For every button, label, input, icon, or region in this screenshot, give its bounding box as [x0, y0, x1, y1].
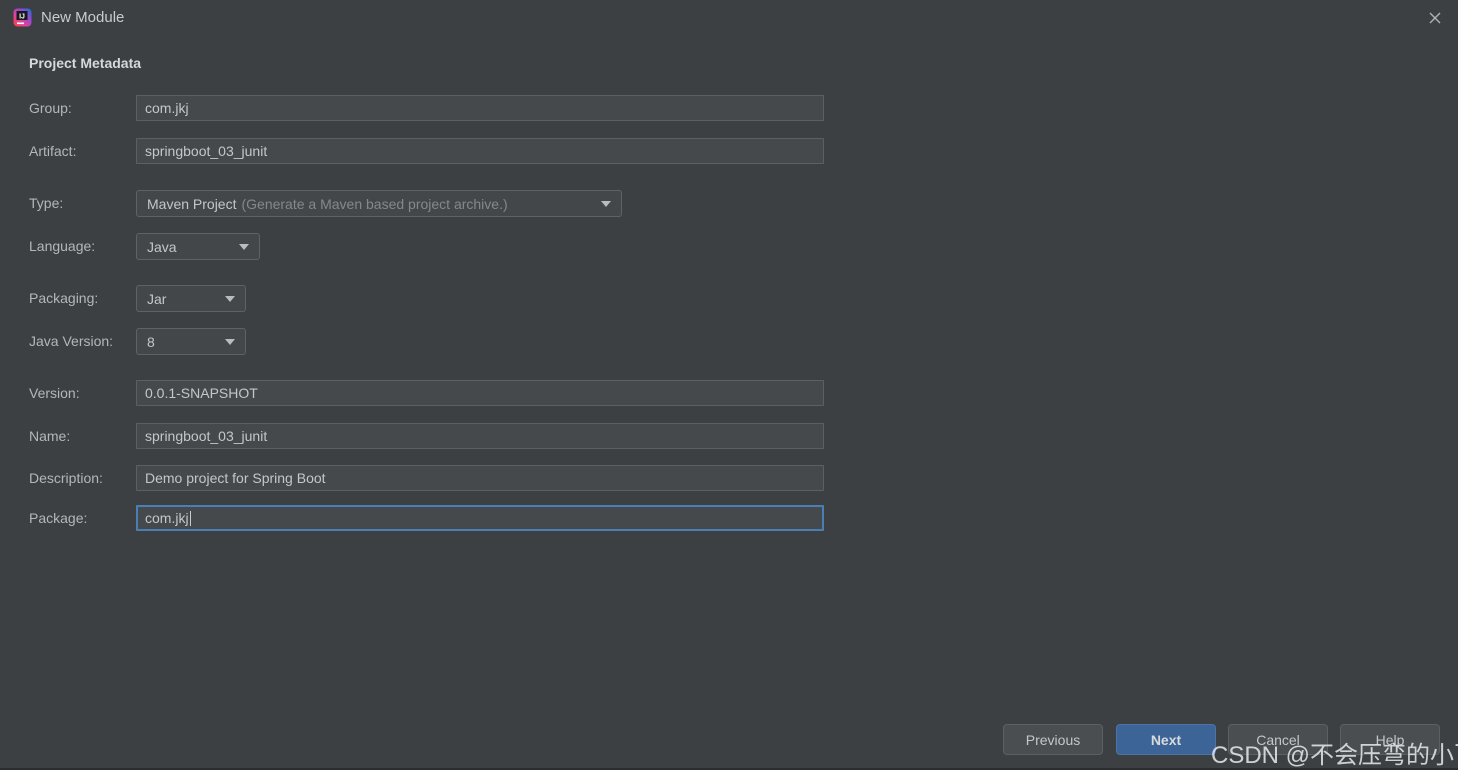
next-button[interactable]: Next [1116, 724, 1216, 755]
input-value-version: 0.0.1-SNAPSHOT [145, 385, 258, 401]
input-value-artifact: springboot_03_junit [145, 143, 268, 159]
label-version: Version: [29, 385, 80, 401]
input-value-group: com.jkj [145, 100, 189, 116]
chevron-down-icon [225, 338, 235, 345]
input-artifact[interactable]: springboot_03_junit [136, 138, 824, 164]
label-group: Group: [29, 100, 72, 116]
input-group[interactable]: com.jkj [136, 95, 824, 121]
input-value-name: springboot_03_junit [145, 428, 268, 444]
cancel-button[interactable]: Cancel [1228, 724, 1328, 755]
dropdown-java-version[interactable]: 8 [136, 328, 246, 355]
input-value-description: Demo project for Spring Boot [145, 470, 326, 486]
svg-text:IJ: IJ [19, 14, 25, 21]
chevron-down-icon [239, 243, 249, 250]
label-name: Name: [29, 428, 71, 444]
help-button[interactable]: Help [1340, 724, 1440, 755]
chevron-down-icon [601, 200, 611, 207]
dropdown-packaging[interactable]: Jar [136, 285, 246, 312]
input-value-package: com.jkj [145, 510, 189, 526]
label-packaging: Packaging: [29, 290, 99, 306]
dialog-title-bar: IJ New Module [0, 0, 1458, 36]
close-icon[interactable] [1412, 0, 1458, 36]
label-type: Type: [29, 195, 64, 211]
label-java-version: Java Version: [29, 333, 114, 349]
dropdown-language[interactable]: Java [136, 233, 260, 260]
input-version[interactable]: 0.0.1-SNAPSHOT [136, 380, 824, 406]
dropdown-value-language: Java [147, 238, 177, 255]
section-heading: Project Metadata [29, 55, 142, 71]
text-caret [189, 510, 191, 526]
label-description: Description: [29, 470, 103, 486]
intellij-idea-icon: IJ [12, 7, 33, 28]
new-module-dialog: IJ New Module Project Metadata Group: com… [0, 0, 1458, 770]
dialog-title: New Module [41, 9, 125, 26]
dropdown-hint-type: (Generate a Maven based project archive.… [241, 195, 508, 212]
label-artifact: Artifact: [29, 143, 77, 159]
label-language: Language: [29, 238, 96, 254]
dropdown-value-type: Maven Project [147, 195, 237, 212]
dropdown-value-packaging: Jar [147, 290, 167, 307]
previous-button[interactable]: Previous [1003, 724, 1103, 755]
label-package: Package: [29, 510, 88, 526]
dropdown-value-java-version: 8 [147, 333, 155, 350]
chevron-down-icon [225, 295, 235, 302]
input-description[interactable]: Demo project for Spring Boot [136, 465, 824, 491]
input-name[interactable]: springboot_03_junit [136, 423, 824, 449]
dropdown-type[interactable]: Maven Project (Generate a Maven based pro… [136, 190, 622, 217]
input-package[interactable]: com.jkj [136, 505, 824, 531]
